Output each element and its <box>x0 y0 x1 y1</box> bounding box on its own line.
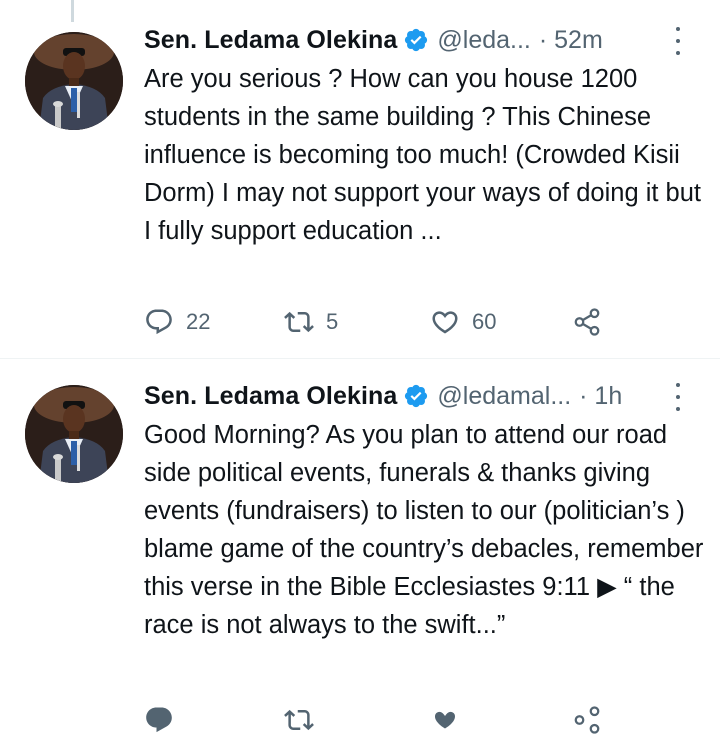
tweet-actions: 22 5 60 <box>144 302 602 342</box>
tweet-header: Sen. Ledama Olekina @leda... · 52m <box>144 22 603 58</box>
share-icon <box>574 706 600 734</box>
share-button[interactable] <box>572 307 602 337</box>
retweet-button[interactable]: 5 <box>284 307 430 337</box>
author-handle[interactable]: @ledamal... <box>437 382 571 411</box>
retweet-icon <box>284 311 314 333</box>
avatar[interactable] <box>25 385 123 483</box>
more-icon[interactable] <box>668 383 688 411</box>
avatar[interactable] <box>25 32 123 130</box>
tweet-divider <box>0 358 720 359</box>
tweet-time[interactable]: · 52m <box>539 26 603 55</box>
tweet-time[interactable]: · 1h <box>579 382 622 411</box>
avatar-image <box>25 32 123 130</box>
reply-count: 22 <box>186 309 211 334</box>
tweet-actions <box>144 700 602 740</box>
like-icon <box>435 711 455 729</box>
reply-button[interactable] <box>144 705 284 735</box>
author-name[interactable]: Sen. Ledama Olekina <box>144 382 397 411</box>
reply-button[interactable]: 22 <box>144 307 284 337</box>
share-icon <box>574 308 600 336</box>
tweet-header: Sen. Ledama Olekina @ledamal... · 1h <box>144 378 622 414</box>
like-button[interactable] <box>430 705 572 735</box>
author-handle[interactable]: @leda... <box>437 26 530 55</box>
verified-badge-icon <box>403 383 429 409</box>
like-button[interactable]: 60 <box>430 307 572 337</box>
avatar-image <box>25 385 123 483</box>
tweet-2[interactable]: Sen. Ledama Olekina @ledamal... · 1h Goo… <box>0 360 720 734</box>
verified-badge-icon <box>403 27 429 53</box>
reply-icon <box>146 309 172 335</box>
author-name[interactable]: Sen. Ledama Olekina <box>144 26 397 55</box>
more-icon[interactable] <box>668 27 688 55</box>
retweet-button[interactable] <box>284 705 430 735</box>
retweet-count: 5 <box>326 309 339 334</box>
tweet-text: Are you serious ? How can you house 1200… <box>144 65 701 245</box>
reply-icon <box>146 707 172 733</box>
like-icon <box>432 311 458 334</box>
tweet-text: Good Morning? As you plan to attend our … <box>144 421 704 639</box>
retweet-icon <box>284 709 314 731</box>
share-button[interactable] <box>572 705 602 735</box>
like-count: 60 <box>472 309 497 334</box>
tweet-1[interactable]: Sen. Ledama Olekina @leda... · 52m Are y… <box>0 0 720 360</box>
